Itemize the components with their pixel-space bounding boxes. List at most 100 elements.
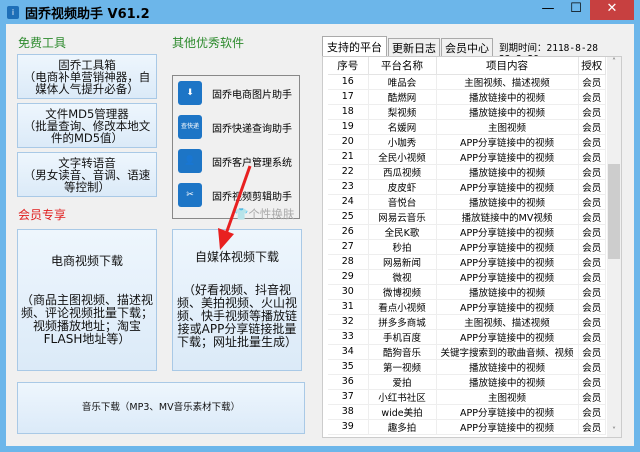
table-row[interactable]: 22 西瓜视频 播放链接中的视频 会员 (328, 164, 606, 180)
table-cell: APP分享链接中的视频 (436, 404, 579, 420)
col-header[interactable]: 授权 (578, 57, 606, 75)
table-cell: 17 (328, 89, 369, 105)
col-header[interactable]: 平台名称 (368, 57, 437, 75)
btn-desc: （好看视频、抖音视频、美拍视频、火山视频、快手视频等播放链接或APP分享链接批量… (176, 283, 297, 349)
ecommerce-video-download-button[interactable]: 电商视频下载 （商品主图视频、描述视频、评论视频批量下载；视频播放地址；淘宝FLA… (17, 229, 157, 371)
image-helper-link[interactable]: ⬇ 固乔电商图片助手 (173, 76, 299, 110)
table-cell: 梨视频 (368, 104, 437, 120)
minimize-button[interactable]: — (534, 0, 562, 20)
table-cell: APP分享链接中的视频 (436, 224, 579, 240)
table-row[interactable]: 24 音悦台 播放链接中的视频 会员 (328, 194, 606, 210)
table-cell: 会员 (578, 239, 606, 255)
table-cell: 播放链接中的视频 (436, 359, 579, 375)
table-cell: 会员 (578, 134, 606, 150)
table-cell: 小咖秀 (368, 134, 437, 150)
table-cell: 会员 (578, 74, 606, 90)
tab-member-center[interactable]: 会员中心 (441, 38, 493, 57)
express-search-icon: 查快递 (178, 115, 202, 139)
table-cell: 趣多拍 (368, 419, 437, 435)
table-cell: 秒拍 (368, 239, 437, 255)
table-row[interactable]: 34 酷狗音乐 关键字搜索到的歌曲音频、视频 会员 (328, 344, 606, 360)
music-download-button[interactable]: 音乐下载（MP3、MV音乐素材下载） (17, 382, 305, 434)
md5-manager-button[interactable]: 文件MD5管理器 （批量查询、修改本地文件的MD5值） (17, 103, 157, 148)
table-cell: 会员 (578, 269, 606, 285)
table-cell: 会员 (578, 104, 606, 120)
table-cell: 会员 (578, 359, 606, 375)
table-row[interactable]: 38 wide美拍 APP分享链接中的视频 会员 (328, 404, 606, 420)
table-row[interactable]: 23 皮皮虾 APP分享链接中的视频 会员 (328, 179, 606, 195)
table-cell: 主图视频 (436, 119, 579, 135)
tab-bar: 支持的平台 更新日志 会员中心 (322, 36, 494, 57)
table-row[interactable]: 17 酷燃网 播放链接中的视频 会员 (328, 89, 606, 105)
table-cell: 会员 (578, 179, 606, 195)
table-cell: 37 (328, 389, 369, 405)
table-row[interactable]: 25 网易云音乐 播放链接中的MV视频 会员 (328, 209, 606, 225)
scissors-icon: ✂ (178, 183, 202, 207)
table-cell: 21 (328, 149, 369, 165)
table-cell: 31 (328, 299, 369, 315)
table-cell: 播放链接中的视频 (436, 194, 579, 210)
table-cell: 23 (328, 179, 369, 195)
table-row[interactable]: 26 全民K歌 APP分享链接中的视频 会员 (328, 224, 606, 240)
table-row[interactable]: 37 小红书社区 主图视频 会员 (328, 389, 606, 405)
table-cell: 主图视频 (436, 389, 579, 405)
table-cell: 西瓜视频 (368, 164, 437, 180)
window-title: 固乔视频助手 V61.2 (25, 6, 150, 22)
table-cell: 网易新闻 (368, 254, 437, 270)
scrollbar[interactable]: ˄ ˅ (607, 57, 621, 437)
toolbox-button[interactable]: 固乔工具箱 （电商补单营销神器，自媒体人气提升必备） (17, 54, 157, 99)
app-window: i 固乔视频助手 V61.2 — ☐ ✕ 免费工具 固乔工具箱 （电商补单营销神器… (0, 0, 640, 452)
table-row[interactable]: 16 唯品会 主图视频、描述视频 会员 (328, 74, 606, 90)
scroll-down-icon[interactable]: ˅ (607, 426, 621, 435)
table-cell: 34 (328, 344, 369, 360)
table-cell: 微视 (368, 269, 437, 285)
scroll-up-icon[interactable]: ˄ (607, 57, 621, 66)
table-cell: 皮皮虾 (368, 179, 437, 195)
table-cell: 主图视频、描述视频 (436, 74, 579, 90)
table-cell: 手机百度 (368, 329, 437, 345)
table-cell: 32 (328, 314, 369, 330)
table-row[interactable]: 18 梨视频 播放链接中的视频 会员 (328, 104, 606, 120)
tab-platforms[interactable]: 支持的平台 (322, 36, 387, 57)
scroll-thumb[interactable] (608, 164, 620, 259)
table-row[interactable]: 39 趣多拍 APP分享链接中的视频 会员 (328, 419, 606, 435)
table-cell: 22 (328, 164, 369, 180)
item-label: 固乔快递查询助手 (212, 123, 292, 135)
table-row[interactable]: 28 网易新闻 APP分享链接中的视频 会员 (328, 254, 606, 270)
table-cell: 酷狗音乐 (368, 344, 437, 360)
table-row[interactable]: 32 拼多多商城 主图视频、描述视频 会员 (328, 314, 606, 330)
free-tools-label: 免费工具 (18, 36, 67, 50)
table-row[interactable]: 29 微视 APP分享链接中的视频 会员 (328, 269, 606, 285)
table-row[interactable]: 31 看点小视频 APP分享链接中的视频 会员 (328, 299, 606, 315)
table-cell: 会员 (578, 404, 606, 420)
tab-changelog[interactable]: 更新日志 (388, 38, 440, 57)
express-query-link[interactable]: 查快递 固乔快递查询助手 (173, 110, 299, 144)
user-icon: 👤 (178, 149, 202, 173)
table-row[interactable]: 36 爱拍 播放链接中的视频 会员 (328, 374, 606, 390)
table-row[interactable]: 35 第一视频 播放链接中的视频 会员 (328, 359, 606, 375)
table-cell: 会员 (578, 389, 606, 405)
table-row[interactable]: 33 手机百度 APP分享链接中的视频 会员 (328, 329, 606, 345)
table-cell: APP分享链接中的视频 (436, 134, 579, 150)
table-row[interactable]: 20 小咖秀 APP分享链接中的视频 会员 (328, 134, 606, 150)
text-to-speech-button[interactable]: 文字转语音 （男女读音、音调、语速等控制） (17, 152, 157, 197)
table-cell: 关键字搜索到的歌曲音频、视频 (436, 344, 579, 360)
table-cell: APP分享链接中的视频 (436, 254, 579, 270)
table-cell: 18 (328, 104, 369, 120)
table-cell: 全民K歌 (368, 224, 437, 240)
close-button[interactable]: ✕ (590, 0, 634, 20)
table-row[interactable]: 27 秒拍 APP分享链接中的视频 会员 (328, 239, 606, 255)
col-header[interactable]: 项目内容 (436, 57, 579, 75)
table-cell: 会员 (578, 419, 606, 435)
table-cell: 播放链接中的视频 (436, 164, 579, 180)
btn-desc: （批量查询、修改本地文件的MD5值） (23, 118, 151, 145)
table-row[interactable]: 30 微博视频 播放链接中的视频 会员 (328, 284, 606, 300)
table-cell: 会员 (578, 299, 606, 315)
maximize-button[interactable]: ☐ (562, 0, 590, 20)
table-row[interactable]: 21 全民小视频 APP分享链接中的视频 会员 (328, 149, 606, 165)
table-cell: 看点小视频 (368, 299, 437, 315)
table-cell: 会员 (578, 149, 606, 165)
table-row[interactable]: 19 名媛网 主图视频 会员 (328, 119, 606, 135)
member-label: 会员专享 (18, 208, 67, 222)
col-header[interactable]: 序号 (328, 57, 369, 75)
